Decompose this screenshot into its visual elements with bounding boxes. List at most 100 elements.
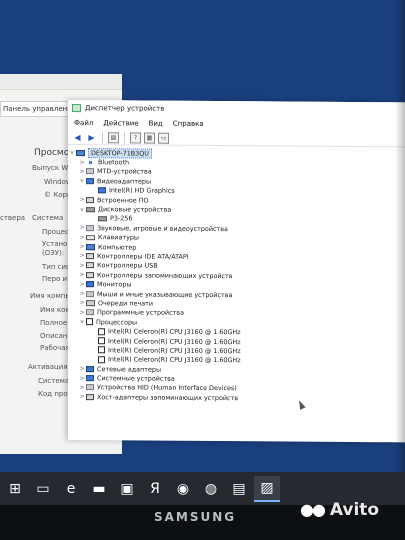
system-label: Система: [32, 214, 64, 222]
disk-icon: [86, 206, 95, 212]
disk-icon: [98, 216, 107, 222]
system-label: Имя компь: [30, 292, 70, 300]
watermark-text: Avito: [329, 500, 380, 520]
expand-chevron-icon[interactable]: >: [78, 196, 86, 203]
tree-item-label: Сетевые адаптеры: [97, 364, 162, 374]
back-arrow-icon[interactable]: ◀: [72, 132, 83, 143]
tree-item-label: Процессоры: [96, 317, 138, 327]
cpu-icon: [98, 355, 105, 364]
expand-chevron-icon[interactable]: >: [78, 234, 86, 241]
tree-item-label: Очереди печати: [98, 299, 154, 308]
expand-chevron-icon[interactable]: >: [78, 290, 86, 297]
monitor-icon[interactable]: ▭: [158, 132, 169, 144]
tree-item-label: Встроенное ПО: [97, 195, 149, 205]
firmware-icon: [86, 196, 94, 203]
expand-chevron-icon[interactable]: >: [78, 262, 86, 269]
tree-item-label: Системные устройства: [97, 374, 175, 383]
device-tree: v DESKTOP-71B3QU > ʙ Bluetooth > MTD-устройс…: [68, 146, 405, 442]
cpu-icon: [86, 318, 93, 326]
cpu-icon: [98, 346, 105, 354]
expand-chevron-icon[interactable]: >: [78, 393, 86, 400]
menu-view[interactable]: Вид: [149, 120, 163, 128]
tree-item-label: Мониторы: [97, 280, 132, 289]
tree-item-label: Контроллеры USB: [97, 261, 158, 271]
system-label: (ОЗУ):: [42, 249, 65, 257]
toolbar: ◀ ▶ ▤ ? ▦ ▭: [68, 130, 405, 148]
sound-icon: [86, 224, 94, 231]
menu-help[interactable]: Справка: [173, 120, 204, 128]
menu-action[interactable]: Действие: [103, 119, 138, 127]
help-icon[interactable]: ?: [130, 131, 141, 144]
tree-item-label: Звуковые, игровые и видеоустройства: [97, 224, 228, 233]
task-view-icon[interactable]: ▭: [30, 476, 56, 502]
expand-chevron-icon[interactable]: >: [78, 384, 86, 391]
device-manager-icon[interactable]: ▨: [254, 475, 280, 502]
computer-icon: [86, 243, 95, 250]
tree-item-label: Компьютер: [98, 242, 137, 252]
expand-chevron-icon[interactable]: >: [78, 168, 86, 175]
hid-icon: [86, 384, 94, 391]
expand-chevron-icon[interactable]: >: [78, 271, 86, 278]
app-icon[interactable]: ▤: [226, 476, 252, 502]
menu-file[interactable]: Файл: [74, 119, 93, 127]
system-side-label: ствера: [0, 214, 26, 222]
expand-chevron-icon[interactable]: >: [78, 300, 86, 307]
window-title: Диспетчер устройств: [85, 104, 165, 113]
usb-icon: [86, 262, 94, 269]
expand-chevron-icon[interactable]: >: [78, 224, 86, 231]
tree-item-label: Клавиатуры: [98, 233, 139, 242]
system-label: Система: [38, 377, 70, 385]
computer-icon: [76, 149, 85, 156]
tree-item-label: P3-256: [110, 214, 133, 223]
ide-controller-icon: [86, 253, 94, 260]
store-icon[interactable]: ▣: [114, 476, 140, 502]
network-adapter-icon: [86, 365, 94, 372]
properties-icon[interactable]: ▤: [108, 131, 119, 143]
update-driver-icon[interactable]: ▦: [144, 132, 155, 144]
tree-item-label: Видеоадаптеры: [97, 177, 151, 186]
edge-icon[interactable]: e: [58, 476, 84, 502]
cpu-icon: [98, 337, 105, 345]
collapse-chevron-icon[interactable]: v: [68, 149, 76, 156]
forward-arrow-icon[interactable]: ▶: [86, 132, 97, 143]
brand-logo: SAMSUNG: [154, 510, 237, 524]
tree-category-row[interactable]: > Хост-адаптеры запоминающих устройств: [68, 392, 405, 404]
keyboard-icon: [86, 234, 95, 240]
tree-item-label: MTD-устройства: [97, 167, 152, 177]
tree-item-label: Intel(R) Celeron(R) CPU J3160 @ 1.60GHz: [108, 346, 241, 356]
yandex-icon[interactable]: Я: [142, 476, 168, 502]
tree-item-label: Контроллеры IDE ATA/ATAPI: [97, 252, 189, 261]
collapse-chevron-icon[interactable]: v: [78, 206, 86, 213]
expand-chevron-icon[interactable]: >: [78, 281, 86, 288]
tree-item-label: Intel(R) HD Graphics: [109, 186, 175, 195]
start-icon[interactable]: ⊞: [2, 476, 28, 502]
expand-chevron-icon[interactable]: >: [78, 159, 86, 166]
software-device-icon: [86, 309, 94, 316]
tree-item-label: Intel(R) Celeron(R) CPU J3160 @ 1.60GHz: [108, 327, 241, 337]
monitor-icon: [86, 281, 94, 288]
expand-chevron-icon[interactable]: >: [78, 365, 86, 372]
expand-chevron-icon[interactable]: >: [78, 309, 86, 316]
explorer-icon[interactable]: ▬: [86, 476, 112, 502]
toolbar-divider: [102, 131, 103, 143]
expand-chevron-icon[interactable]: >: [78, 375, 86, 382]
chrome-icon[interactable]: ◉: [170, 476, 196, 502]
tree-items: > ʙ Bluetooth > MTD-устройства v Видеоадаптеры…: [68, 157, 405, 404]
expand-chevron-icon[interactable]: >: [78, 243, 86, 250]
tree-item-label: Устройства HID (Human Interface Devices): [97, 383, 237, 393]
cpu-icon: [98, 327, 105, 335]
system-device-icon: [86, 375, 94, 382]
storage-host-icon: [86, 393, 94, 401]
collapse-chevron-icon[interactable]: v: [78, 318, 86, 325]
tree-item-label: Bluetooth: [98, 158, 130, 167]
collapse-chevron-icon[interactable]: v: [78, 177, 86, 184]
photo-of-laptop-screen: Панель управления>Во Просмотр Выпуск Win…: [0, 0, 405, 540]
storage-controller-icon: [86, 271, 94, 278]
tree-item-label: Хост-адаптеры запоминающих устройств: [97, 393, 239, 403]
watermark-logo: ●● Avito: [300, 500, 379, 520]
expand-chevron-icon[interactable]: >: [78, 253, 86, 260]
firefox-icon[interactable]: ◍: [198, 476, 224, 502]
toolbar-divider: [124, 131, 125, 143]
watermark-dots-icon: ●●: [300, 500, 326, 519]
tree-item-label: Мыши и иные указывающие устройства: [97, 289, 233, 299]
